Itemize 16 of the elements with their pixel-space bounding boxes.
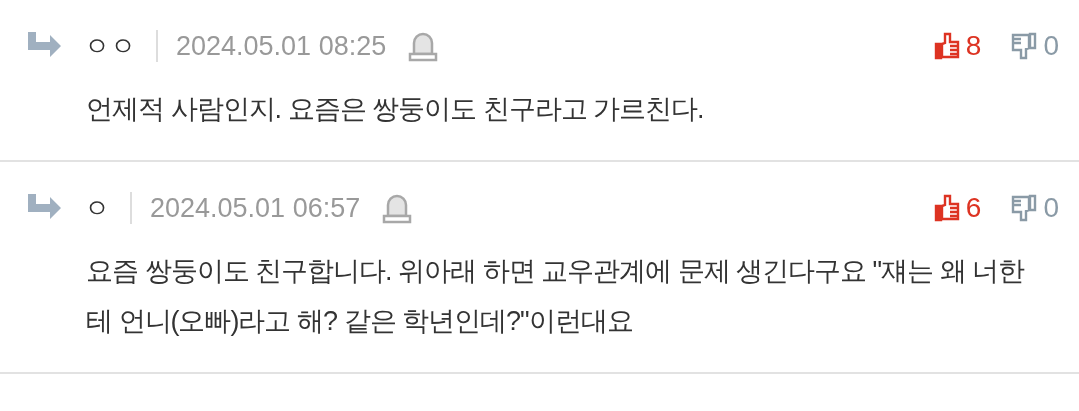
author-name: ㅇㅇ (84, 29, 136, 63)
thumbs-up-icon (933, 32, 960, 60)
report-siren-icon[interactable] (408, 30, 439, 62)
report-siren-icon[interactable] (382, 192, 413, 224)
dislike-button[interactable]: 0 (1011, 192, 1059, 224)
thumbs-up-icon (933, 194, 960, 222)
thumbs-down-icon (1011, 194, 1038, 222)
comment-text: 요즘 쌍둥이도 친구합니다. 위아래 하면 교우관계에 문제 생긴다구요 "쟤는 왜 너한테 언니(오빠)라고 해? 같은 학년인데?"이런대요 (86, 255, 1026, 338)
comment-date: 2024.05.01 08:25 (176, 30, 387, 62)
dislike-button[interactable]: 0 (1011, 30, 1059, 62)
like-button[interactable]: 8 (933, 30, 982, 62)
author-name: ㅇ (84, 191, 110, 225)
thumbs-down-icon (1011, 32, 1038, 60)
comment-text: 언제적 사람인지. 요즘은 쌍둥이도 친구라고 가르친다. (86, 93, 705, 126)
like-button[interactable]: 6 (933, 192, 982, 224)
comment-date: 2024.05.01 06:57 (150, 192, 361, 224)
